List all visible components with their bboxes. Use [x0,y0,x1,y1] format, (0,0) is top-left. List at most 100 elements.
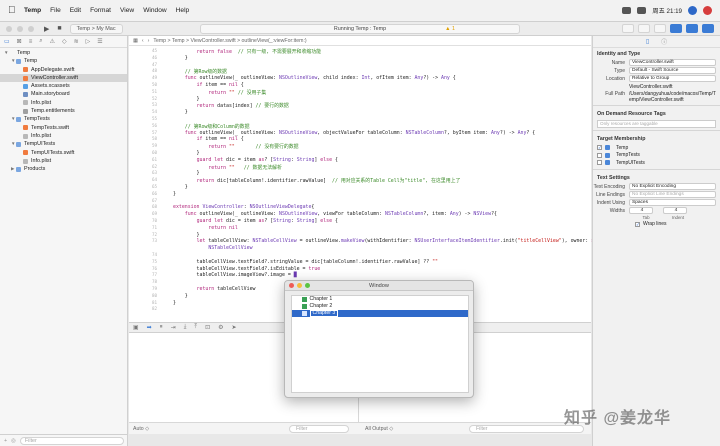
endings-select[interactable]: No Explicit Line Endings [629,190,716,198]
breakpoint-icon[interactable]: ▷ [86,38,91,45]
wrap-lines-checkbox[interactable]: ✓ [635,221,640,227]
breadcrumb[interactable]: Temp > Temp > ViewController.swift > out… [153,38,306,44]
zoom-icon[interactable] [305,283,310,288]
file-inspector-icon[interactable]: ▯ [646,38,649,45]
test-icon[interactable]: ◇ [62,38,67,45]
file-tree-item[interactable]: Info.plist [0,132,127,140]
file-tree-item[interactable]: TempTests.swift [0,124,127,132]
menu-app[interactable]: Temp [24,7,41,14]
code-line[interactable]: tableCellView.imageView?.image = █ [173,272,297,278]
add-icon[interactable]: + [4,438,7,444]
menu-edit[interactable]: Edit [70,7,81,14]
run-button[interactable]: ▶ [44,25,49,33]
code-line[interactable]: NSTableCellView [173,245,252,251]
code-line[interactable]: extension ViewController: NSOutlineViewD… [173,204,314,210]
output-selector[interactable]: All Output ◇ [365,426,393,432]
outline-row-edit-field[interactable]: Chapter 3 [309,310,339,317]
version-editor-button[interactable] [654,24,666,33]
step-in-icon[interactable]: ⤓ [184,324,187,331]
breakpoints-toggle-icon[interactable]: ➡ [147,324,152,331]
file-tree-item[interactable]: Temp.entitlements [0,107,127,115]
debug-icon[interactable]: ≋ [74,38,79,45]
menu-window[interactable]: Window [143,7,166,14]
apple-menu-icon[interactable]:  [8,5,24,16]
stop-button[interactable]: ■ [57,25,61,32]
code-line[interactable]: } [173,150,200,156]
variables-filter-input[interactable]: Filter [289,424,349,433]
file-tree-item[interactable]: ▼ TempUITests [0,140,127,148]
code-line[interactable]: } [173,55,188,61]
input-method-icon[interactable] [637,7,647,14]
code-line[interactable]: } [173,184,188,190]
menu-file[interactable]: File [50,7,61,14]
tab-width-field[interactable]: 4 [629,206,653,214]
code-line[interactable]: func outlineView(_ outlineView: NSOutlin… [173,75,456,81]
assistant-editor-button[interactable] [638,24,650,33]
type-select[interactable]: Default - Swift Source [629,67,716,74]
code-line[interactable]: func outlineView(_ outlineView: NSOutlin… [173,130,535,136]
minimize-icon[interactable] [297,283,302,288]
target-checkbox[interactable] [597,160,602,166]
file-tree-item[interactable]: ▶ Products [0,165,127,173]
quick-help-icon[interactable]: ⓘ [661,37,667,46]
file-tree-item[interactable]: ▼ TempTests [0,115,127,123]
report-icon[interactable]: ☰ [97,38,102,45]
code-line[interactable]: } [173,191,176,197]
debug-toggle-button[interactable] [686,24,698,33]
location-select[interactable]: Relative to Group [629,75,716,82]
step-out-icon[interactable]: ⤒ [194,324,197,331]
folder-icon[interactable]: ▭ [4,38,10,45]
symbol-icon[interactable]: ≡ [29,39,33,45]
file-tree-item[interactable]: Assets.xcassets [0,82,127,90]
hide-debug-icon[interactable]: ▣ [133,324,139,331]
code-line[interactable]: } [173,300,176,306]
code-line[interactable]: return false // 只有一级, 不需要展开和收缩功能 [173,48,321,55]
outline-row[interactable]: Chapter 3 [292,310,468,317]
code-line[interactable]: guard let dic = item as? [String: String… [173,218,338,224]
name-field[interactable]: ViewController.swift [629,59,716,66]
source-control-icon[interactable]: ⊠ [17,38,22,45]
wifi-icon[interactable] [622,7,632,14]
file-tree-item[interactable]: ViewController.swift [0,73,127,83]
menu-view[interactable]: View [120,7,134,14]
code-line[interactable]: if item == nil { [173,136,244,142]
code-line[interactable]: return tableCellView [173,286,256,292]
target-checkbox[interactable] [597,152,602,158]
code-line[interactable]: } [173,109,188,115]
code-line[interactable]: } [173,232,200,238]
outline-view[interactable]: Chapter 1 Chapter 2 Chapter 3 [291,295,469,393]
file-tree-item[interactable]: Info.plist [0,99,127,107]
encoding-select[interactable]: No Explicit Encoding [629,182,716,190]
warning-count[interactable]: ▲ 1 [445,25,455,33]
minimize-window-button[interactable] [17,25,23,32]
file-tree-item[interactable]: ▼ Temp [0,49,127,57]
indent-select[interactable]: Spaces [629,198,716,206]
navigator-filter-input[interactable]: Filter [19,436,124,445]
outline-row[interactable]: Chapter 2 [292,303,468,310]
menu-clock[interactable]: 周五 21:19 [652,6,682,15]
code-line[interactable]: guard let dic = item as? [String: String… [173,157,338,163]
code-line[interactable]: } [173,170,200,176]
file-tree-item[interactable]: Info.plist [0,157,127,165]
target-checkbox[interactable]: ✓ [597,145,602,151]
menu-format[interactable]: Format [90,7,111,14]
memory-graph-icon[interactable]: ⚙ [218,324,223,331]
location-icon[interactable]: ➤ [231,324,236,331]
code-line[interactable]: let tableCellView: NSTableCellView = out… [173,238,621,244]
forward-icon[interactable]: › [148,38,150,44]
file-tree-item[interactable]: ▼ Temp [0,57,127,65]
code-line[interactable]: return datas[index] // 要行的数据 [173,102,289,109]
related-items-icon[interactable]: ▦ [133,38,138,44]
close-window-button[interactable] [6,25,12,32]
code-line[interactable]: return dic[tableColumn!.identifier.rawVa… [173,177,461,184]
file-tree-item[interactable]: TempUITests.swift [0,149,127,157]
code-line[interactable]: if item == nil { [173,82,244,88]
code-line[interactable]: tableCellView.textField?.stringValue = d… [173,259,438,265]
code-line[interactable]: func outlineView(_ outlineView: NSOutlin… [173,211,497,217]
notification-icon[interactable] [703,6,712,15]
close-icon[interactable] [289,283,294,288]
issue-icon[interactable]: ⚠ [50,38,55,45]
file-tree-item[interactable]: AppDelegate.swift [0,66,127,74]
view-debugger-icon[interactable]: ⊡ [205,324,210,331]
back-icon[interactable]: ‹ [142,38,144,44]
